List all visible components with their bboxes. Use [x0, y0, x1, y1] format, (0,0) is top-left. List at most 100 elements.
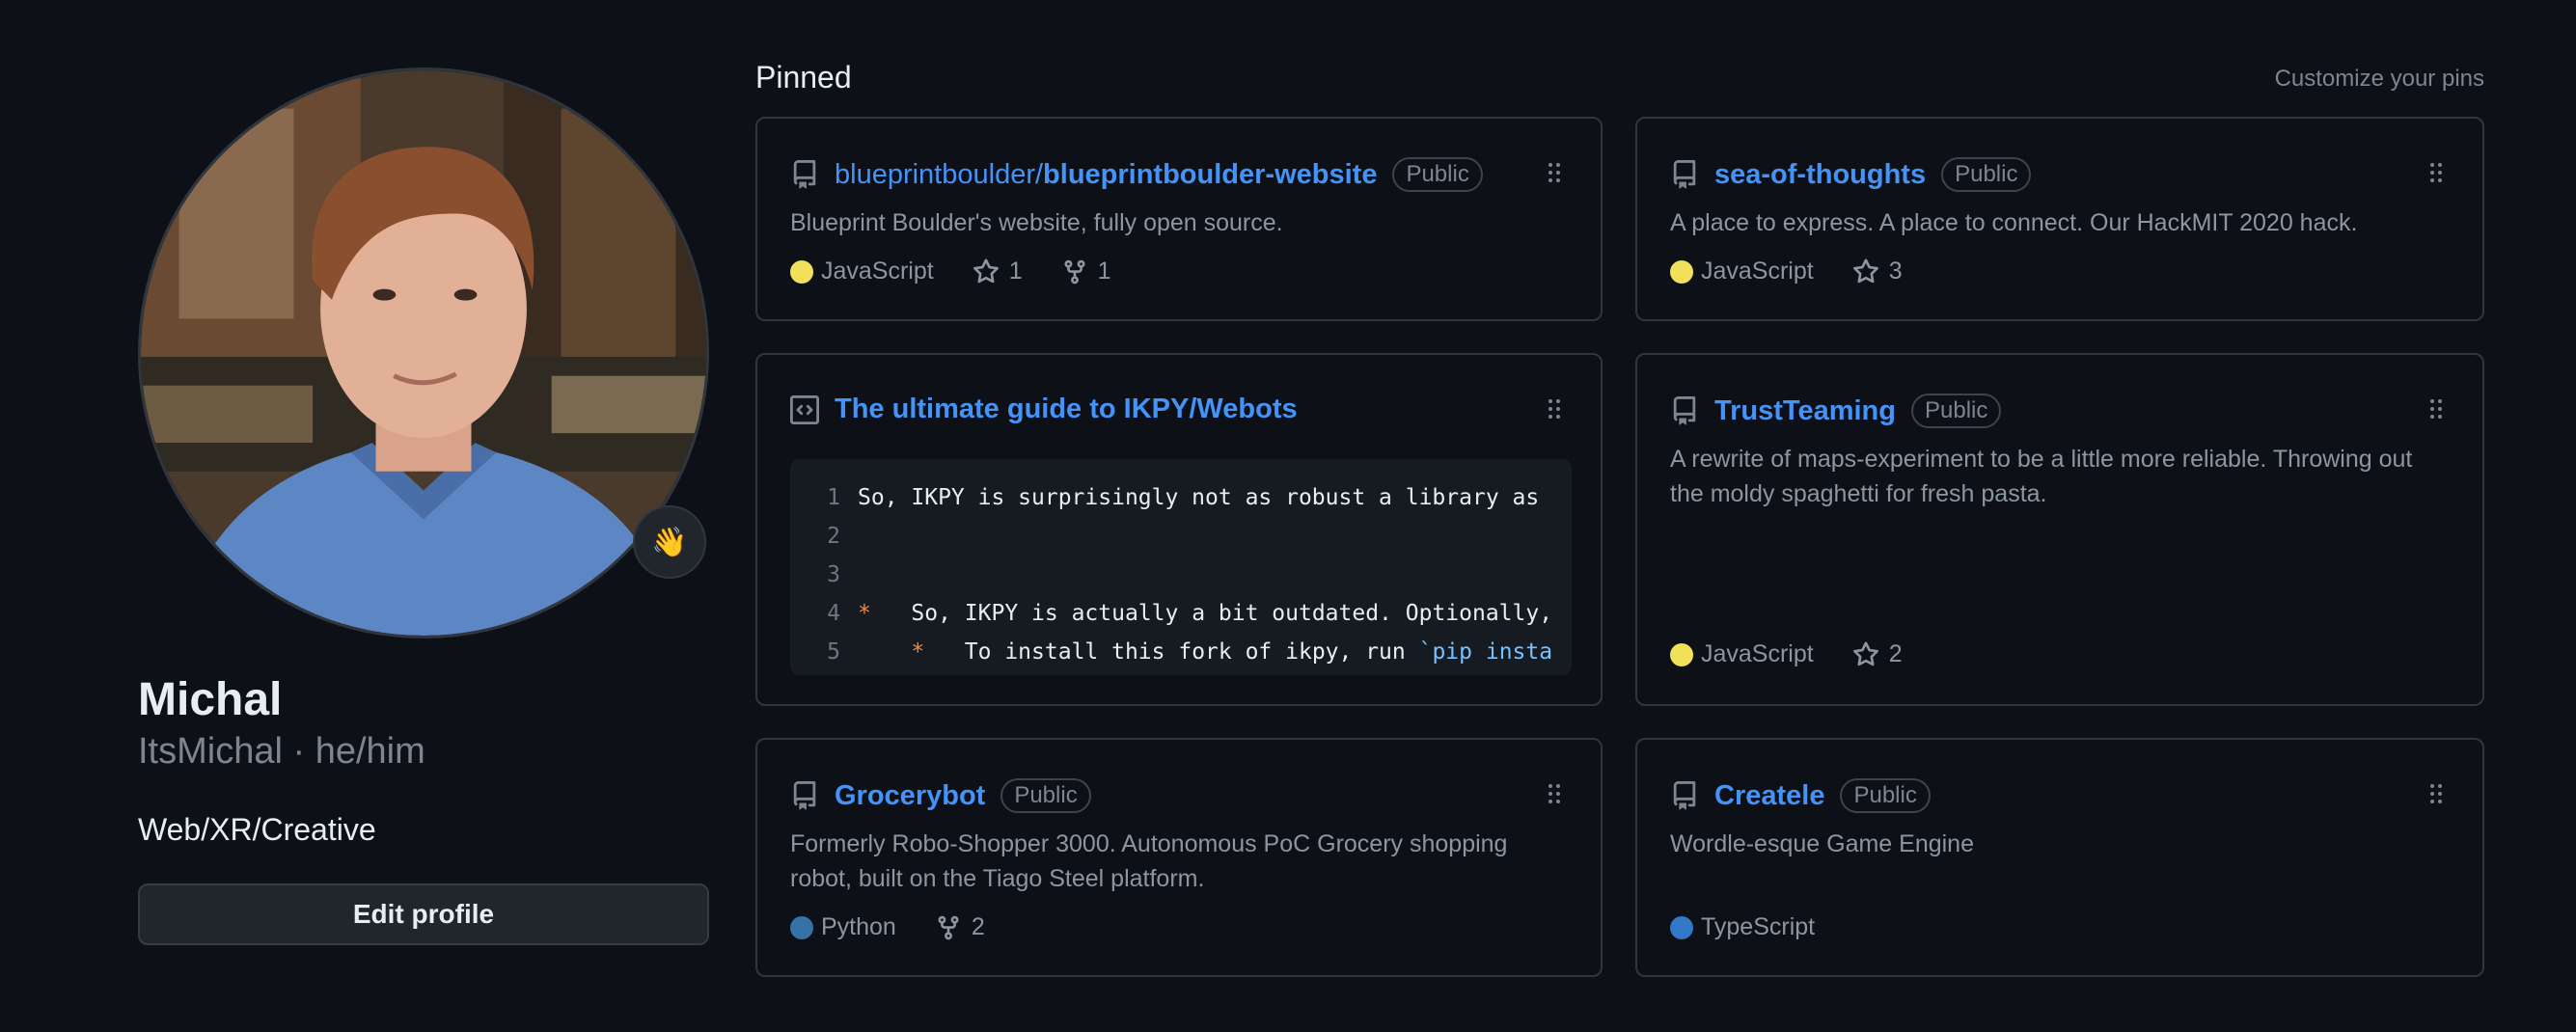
language-label: JavaScript [1701, 640, 1814, 667]
description-line: the moldy spaghetti for fresh pasta. [1670, 480, 2047, 507]
stars-link[interactable]: 1 [973, 258, 1023, 285]
repo-link[interactable]: sea-of-thoughts [1714, 159, 1926, 191]
pinned-card-createle: Createle Public Wordle-esque Game Engine… [1635, 738, 2484, 977]
language-label: JavaScript [1701, 258, 1814, 285]
repo-description: Wordle-esque Game Engine [1670, 830, 1974, 857]
code-content: So, IKPY is actually a bit outdated. Opt… [870, 601, 1552, 626]
code-inline: `pip install [1418, 639, 1552, 665]
language-color-dot [1670, 642, 1693, 666]
visibility-badge: Public [1392, 157, 1483, 192]
line-number: 4 [827, 601, 840, 626]
repo-icon [1673, 781, 1696, 810]
profile-page: 👋 Michal ItsMichal · he/him Web/XR/Creat… [0, 0, 2576, 1032]
repo-description: A place to express. A place to connect. … [1670, 209, 2358, 236]
profile-sidebar: 👋 Michal ItsMichal · he/him Web/XR/Creat… [138, 68, 709, 945]
stars-count: 2 [1888, 640, 1903, 667]
fork-icon [938, 915, 959, 939]
forks-link[interactable]: 2 [935, 913, 985, 941]
description-line: Formerly Robo-Shopper 3000. Autonomous P… [790, 830, 1508, 857]
repo-language: TypeScript [1670, 913, 1815, 941]
language-color-dot [790, 259, 813, 284]
grabber-icon[interactable] [2428, 782, 2444, 805]
code-line: 1 So, IKPY is surprisingly not as robust … [790, 478, 1572, 517]
repo-link[interactable]: Grocerybot [835, 780, 985, 812]
stars-count: 1 [1008, 258, 1023, 285]
repo-icon [1673, 396, 1696, 425]
gist-link[interactable]: The ultimate guide to IKPY/Webots [835, 394, 1298, 425]
grabber-icon[interactable] [2428, 397, 2444, 421]
grabber-icon[interactable] [1547, 161, 1562, 184]
star-icon [1852, 640, 1878, 665]
description-line: robot, built on the Tiago Steel platform… [790, 865, 1205, 892]
profile-name: Michal [138, 674, 283, 725]
repo-description: A rewrite of maps-experiment to be a lit… [1670, 442, 2412, 511]
repo-owner: blueprintboulder/ [835, 158, 1044, 190]
line-number: 1 [827, 485, 840, 510]
profile-bio: Web/XR/Creative [138, 812, 376, 847]
repo-name: blueprintboulder-website [1043, 158, 1378, 190]
code-bullet: * [858, 639, 925, 665]
repo-meta: JavaScript 2 [1670, 640, 1941, 668]
wave-icon: 👋 [651, 526, 688, 558]
pinned-card-grocerybot: Grocerybot Public Formerly Robo-Shopper … [755, 738, 1603, 977]
status-emoji-button[interactable]: 👋 [633, 505, 706, 579]
repo-description: Formerly Robo-Shopper 3000. Autonomous P… [790, 827, 1507, 896]
profile-login-pronouns: ItsMichal · he/him [138, 731, 425, 772]
code-bullet: * [858, 601, 871, 626]
code-line: 2 [790, 517, 1572, 556]
repo-meta: JavaScript 1 1 [790, 258, 1150, 285]
repo-link[interactable]: TrustTeaming [1714, 395, 1896, 427]
repo-link[interactable]: Createle [1714, 780, 1824, 812]
avatar[interactable] [138, 68, 709, 638]
repo-icon [793, 160, 816, 189]
description-line: A rewrite of maps-experiment to be a lit… [1670, 446, 2413, 473]
repo-language: Python [790, 913, 896, 941]
repo-language: JavaScript [1670, 258, 1814, 285]
grabber-icon[interactable] [1547, 397, 1562, 421]
repo-language: JavaScript [1670, 640, 1814, 668]
line-number: 3 [827, 562, 840, 587]
forks-link[interactable]: 1 [1061, 258, 1111, 285]
code-line: 4 * So, IKPY is actually a bit outdated. … [790, 594, 1572, 633]
repo-link[interactable]: blueprintboulder/blueprintboulder-websit… [835, 159, 1377, 191]
stars-link[interactable]: 3 [1852, 258, 1903, 285]
grabber-icon[interactable] [1547, 782, 1562, 805]
fork-icon [1064, 259, 1085, 284]
pinned-card-trustteaming: TrustTeaming Public A rewrite of maps-ex… [1635, 353, 2484, 706]
avatar-container: 👋 [138, 68, 709, 638]
repo-icon [793, 781, 816, 810]
pinned-heading: Pinned [755, 60, 852, 95]
visibility-badge: Public [1911, 394, 2002, 428]
code-text: So, IKPY is surprisingly not as robust a… [858, 485, 1552, 510]
repo-meta: JavaScript 3 [1670, 258, 1941, 285]
repo-language: JavaScript [790, 258, 934, 285]
star-icon [973, 258, 999, 283]
code-text: * To install this fork of ikpy, run `pip… [858, 639, 1552, 665]
language-label: TypeScript [1701, 913, 1816, 940]
language-color-dot [1670, 915, 1693, 939]
customize-pins-link[interactable]: Customize your pins [2275, 66, 2484, 93]
language-label: JavaScript [821, 258, 934, 285]
repo-description: Blueprint Boulder's website, fully open … [790, 209, 1283, 236]
forks-count: 1 [1097, 258, 1111, 285]
pinned-card-sea-of-thoughts: sea-of-thoughts Public A place to expres… [1635, 117, 2484, 321]
line-number: 2 [827, 524, 840, 549]
visibility-badge: Public [1840, 778, 1931, 813]
stars-link[interactable]: 2 [1852, 640, 1903, 668]
star-icon [1852, 258, 1878, 283]
grabber-icon[interactable] [2428, 161, 2444, 184]
line-number: 5 [827, 639, 840, 665]
language-label: Python [821, 913, 896, 940]
stars-count: 3 [1888, 258, 1903, 285]
visibility-badge: Public [1000, 778, 1091, 813]
repo-meta: TypeScript [1670, 913, 1853, 941]
edit-profile-button[interactable]: Edit profile [138, 883, 709, 945]
repo-icon [1673, 160, 1696, 189]
gist-code-preview: 1 So, IKPY is surprisingly not as robust … [790, 459, 1572, 675]
code-line: 3 [790, 556, 1572, 594]
code-square-icon [790, 394, 819, 424]
code-content: To install this fork of ikpy, run [924, 639, 1419, 665]
language-color-dot [790, 915, 813, 939]
forks-count: 2 [971, 913, 985, 940]
code-line: 5 * To install this fork of ikpy, run `p… [790, 633, 1572, 671]
